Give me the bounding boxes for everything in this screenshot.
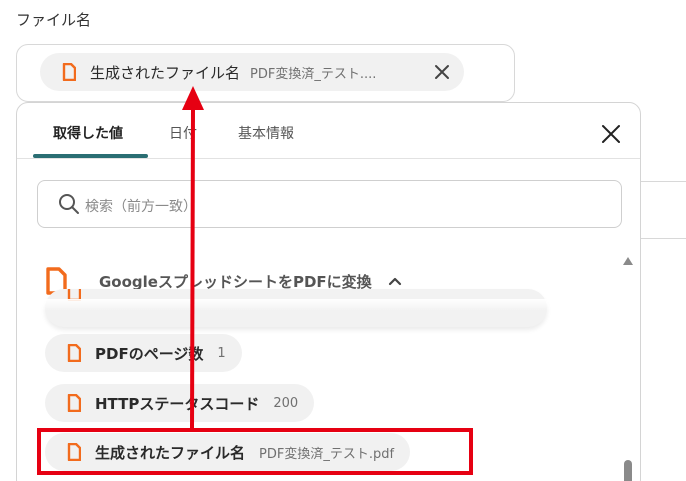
field-label: ファイル名	[16, 11, 92, 29]
close-icon[interactable]	[432, 62, 452, 82]
item-label: HTTPステータスコード	[95, 394, 260, 413]
close-icon[interactable]	[600, 123, 622, 145]
search-input[interactable]: 検索（前方一致）	[37, 180, 622, 228]
tab-bar: 取得した値 日付 基本情報	[17, 103, 640, 159]
item-value: 1	[217, 345, 226, 361]
scroll-thumb[interactable]	[624, 460, 632, 481]
value-picker-dropdown: 取得した値 日付 基本情報 検索（前方一致） GoogleスプレッドシートをPD…	[16, 102, 641, 481]
item-value: 200	[273, 395, 299, 411]
document-icon	[67, 344, 81, 362]
divider	[640, 181, 686, 182]
tab-date[interactable]: 日付	[169, 123, 197, 143]
search-icon	[59, 194, 79, 214]
highlight-box	[37, 428, 473, 475]
tab-retrieved-values[interactable]: 取得した値	[53, 123, 123, 143]
scrollbar[interactable]	[617, 251, 639, 481]
selected-chip-value: PDF変換済_テスト....	[250, 66, 377, 82]
tab-basic-info[interactable]: 基本情報	[238, 123, 294, 143]
list-item-http-status[interactable]: HTTPステータスコード 200	[45, 384, 315, 422]
search-placeholder: 検索（前方一致）	[85, 199, 197, 215]
divider	[640, 238, 686, 239]
selected-value-chip[interactable]: 生成されたファイル名 PDF変換済_テスト....	[40, 53, 464, 91]
active-tab-indicator	[33, 154, 148, 158]
item-label: PDFのページ数	[95, 344, 204, 363]
document-icon	[67, 394, 81, 412]
scroll-fade	[17, 299, 617, 311]
document-icon	[62, 63, 76, 81]
chevron-up-icon[interactable]	[388, 276, 402, 286]
scroll-up-arrow-icon[interactable]	[622, 256, 634, 266]
list-item-pdf-page-count[interactable]: PDFのページ数 1	[45, 334, 242, 372]
selected-chip-label: 生成されたファイル名	[90, 63, 241, 82]
